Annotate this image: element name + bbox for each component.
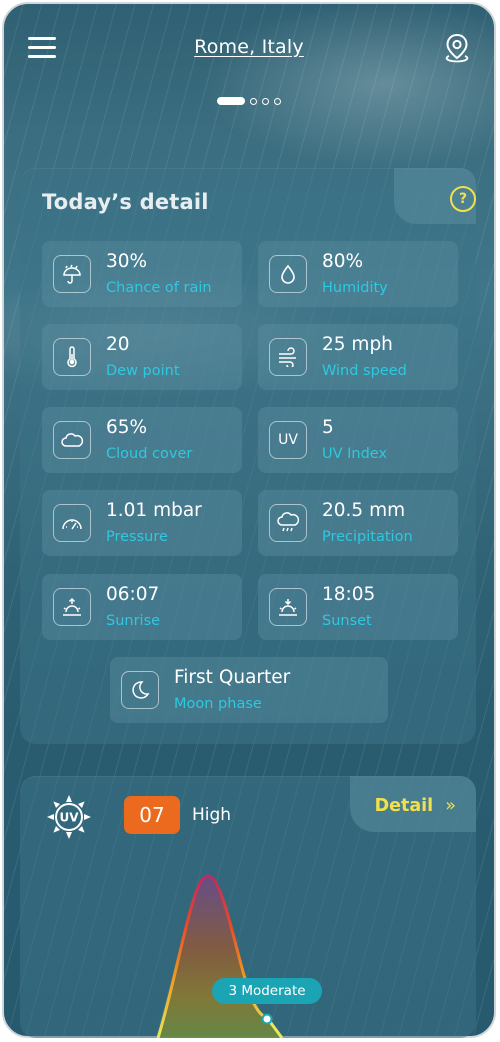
- detail-label: Wind speed: [322, 363, 407, 379]
- detail-label: Moon phase: [174, 696, 262, 712]
- detail-value: 25 mph: [322, 334, 393, 355]
- gauge-icon: [53, 504, 91, 542]
- detail-tile-sunset[interactable]: 18:05 Sunset: [258, 574, 458, 640]
- uv-marker-label: 3 Moderate: [212, 978, 322, 1004]
- detail-label: Pressure: [106, 529, 168, 545]
- sunrise-icon: [53, 588, 91, 626]
- detail-label: Sunset: [322, 613, 372, 629]
- detail-tile-cloud-cover[interactable]: 65% Cloud cover: [42, 407, 242, 473]
- detail-value: First Quarter: [174, 667, 291, 688]
- page-dot-1[interactable]: [217, 97, 245, 105]
- detail-value: 06:07: [106, 584, 160, 605]
- detail-tile-wind-speed[interactable]: 25 mph Wind speed: [258, 324, 458, 390]
- card-title: Today’s detail: [42, 190, 209, 214]
- detail-tile-pressure[interactable]: 1.01 mbar Pressure: [42, 490, 242, 556]
- detail-value: 1.01 mbar: [106, 500, 202, 521]
- uv-sun-icon: UV: [46, 794, 92, 840]
- detail-value: 80%: [322, 251, 364, 272]
- uv-marker: [261, 1013, 273, 1025]
- umbrella-rain-icon: [53, 255, 91, 293]
- todays-detail-card: Today’s detail 30% Chance of rain 80% Hu…: [20, 168, 476, 744]
- detail-value: 5: [322, 417, 334, 438]
- sunset-icon: [269, 588, 307, 626]
- detail-value: 30%: [106, 251, 148, 272]
- detail-tile-dew-point[interactable]: 20 Dew point: [42, 324, 242, 390]
- help-icon[interactable]: ?: [450, 186, 476, 212]
- detail-label: Detail: [374, 796, 434, 816]
- city-title: Rome, Italy: [4, 36, 494, 58]
- city-link[interactable]: Rome, Italy: [194, 36, 304, 58]
- detail-value: 20: [106, 334, 130, 355]
- uv-text-icon: UV: [269, 421, 307, 459]
- detail-label: Dew point: [106, 363, 180, 379]
- moon-icon: [121, 671, 159, 709]
- detail-label: Cloud cover: [106, 446, 193, 462]
- uv-value-badge: 07: [124, 796, 180, 834]
- uv-level-text: High: [192, 805, 232, 825]
- uv-badge-text: UV: [59, 811, 79, 825]
- detail-value: 18:05: [322, 584, 376, 605]
- detail-label: Sunrise: [106, 613, 161, 629]
- location-pin-icon[interactable]: [442, 32, 472, 64]
- cloud-icon: [53, 421, 91, 459]
- droplet-icon: [269, 255, 307, 293]
- detail-tile-sunrise[interactable]: 06:07 Sunrise: [42, 574, 242, 640]
- detail-label: Chance of rain: [106, 280, 212, 296]
- page-dot-3[interactable]: [262, 97, 269, 105]
- wind-icon: [269, 338, 307, 376]
- page-indicator: [4, 97, 494, 105]
- page-dot-4[interactable]: [274, 97, 281, 105]
- detail-tile-uv-index[interactable]: UV 5 UV Index: [258, 407, 458, 473]
- detail-value: 20.5 mm: [322, 500, 406, 521]
- detail-label: Precipitation: [322, 529, 413, 545]
- detail-tile-humidity[interactable]: 80% Humidity: [258, 241, 458, 307]
- detail-value: 65%: [106, 417, 148, 438]
- detail-label: UV Index: [322, 446, 388, 462]
- top-bar: Rome, Italy: [4, 4, 494, 94]
- page-dot-2[interactable]: [250, 97, 257, 105]
- detail-tile-moon-phase[interactable]: First Quarter Moon phase: [110, 657, 388, 723]
- detail-tile-chance-of-rain[interactable]: 30% Chance of rain: [42, 241, 242, 307]
- detail-label: Humidity: [322, 280, 388, 296]
- detail-button[interactable]: Detail »: [375, 796, 456, 816]
- double-chevron-right-icon: »: [445, 796, 456, 816]
- thermometer-icon: [53, 338, 91, 376]
- detail-tile-precipitation[interactable]: 20.5 mm Precipitation: [258, 490, 458, 556]
- uv-card: Detail » UV 07 High 3 Moderate: [20, 776, 476, 1038]
- rain-cloud-icon: [269, 504, 307, 542]
